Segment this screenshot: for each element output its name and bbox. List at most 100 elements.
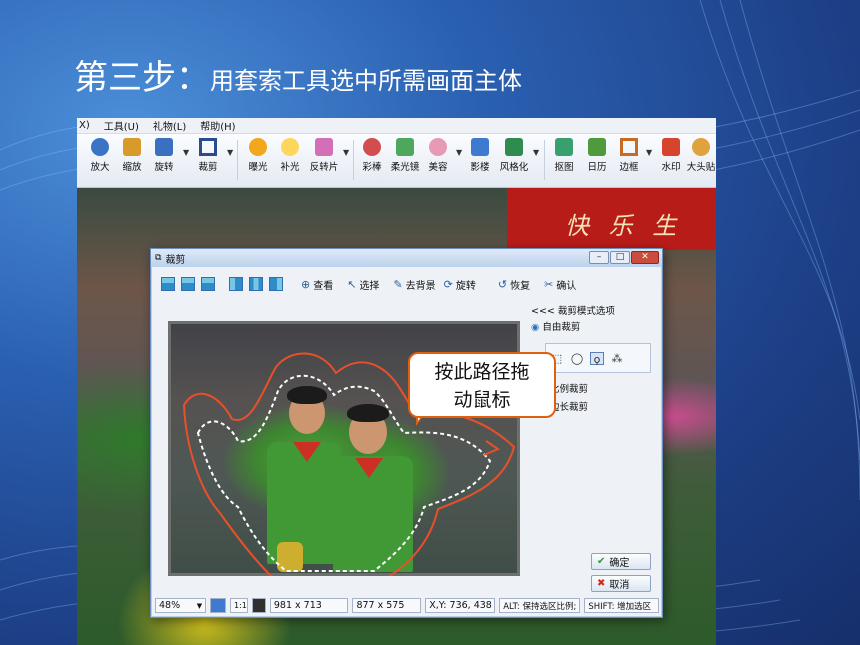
toolbar-divider [544,140,545,180]
rotate-button[interactable]: 旋转 [147,138,181,173]
layout-button-1[interactable] [161,277,175,291]
select-button[interactable]: ↖ 选择 [347,277,379,292]
free-crop-option[interactable]: ◉ 自由裁剪 [531,319,580,333]
zoom-select[interactable]: 48% ▼ [155,598,207,613]
beauty-icon [429,138,447,156]
scissors-icon: ✂ [544,277,554,291]
soft-light-icon [396,138,414,156]
toolbar-divider [237,140,238,180]
frame-button[interactable]: 边框 [612,138,646,173]
watermark-button[interactable]: 水印 [654,138,688,173]
studio-icon [471,138,489,156]
crop-options-panel: <<< 裁剪模式选项 ◉ 自由裁剪 ⬚ ◯ ϙ ⁂ 宽高比例裁剪 固定边长裁剪 … [531,303,659,605]
selection-tool-box: ⬚ ◯ ϙ ⁂ [545,343,651,373]
menu-item-x[interactable]: X) [79,120,90,131]
sticker-button[interactable]: 大头贴 [684,138,716,173]
reversal-film-icon [315,138,333,156]
fill-light-button[interactable]: 补光 [273,138,307,173]
rotate-icon [155,138,173,156]
reversal-film-button[interactable]: 反转片 [307,138,341,173]
ellipse-select-icon[interactable]: ◯ [570,352,584,365]
crop-dropdown-icon[interactable]: ▼ [227,148,233,157]
layout-button-4[interactable] [229,277,243,291]
status-bar: 48% ▼ 1:1 981 x 713 877 x 575 X,Y: 736, 4… [155,597,659,614]
actual-size-button[interactable]: 1:1 [229,598,248,613]
layout-button-5[interactable] [249,277,263,291]
resize-button[interactable]: 缩放 [115,138,149,173]
restore-button[interactable]: ↺ 恢复 [498,277,530,292]
cursor-coords-readout: X,Y: 736, 438 [425,598,496,613]
dialog-titlebar[interactable]: ⧉ 裁剪 [151,249,662,267]
crop-dialog: ⧉ 裁剪 – □ ✕ ⊕ 查看 ↖ 选择 ✎ 去背景 ⟳ 旋转 ↺ 恢复 ✂ 确认 [150,248,663,618]
frame-icon [620,138,638,156]
fit-window-button[interactable] [210,598,226,613]
radio-selected-icon: ◉ [531,322,540,333]
magic-wand-icon[interactable]: ⁂ [610,352,624,365]
resize-icon [123,138,141,156]
rotate-icon: ⟳ [443,277,453,291]
color-wand-button[interactable]: 彩棒 [355,138,389,173]
layout-button-2[interactable] [181,277,195,291]
slide-step-text: 用套索工具选中所需画面主体 [210,67,522,95]
menu-item-help[interactable]: 帮助(H) [200,118,235,133]
exposure-button[interactable]: 曝光 [241,138,275,173]
check-icon: ✔ [597,556,606,567]
ok-button[interactable]: ✔ 确定 [591,553,651,570]
drag-arrow-icon [483,440,501,456]
stylize-icon [505,138,523,156]
crop-icon [199,138,217,156]
menu-item-tools[interactable]: 工具(U) [104,118,139,133]
pointer-icon: ↖ [347,277,357,291]
cutout-icon [555,138,573,156]
exposure-icon [249,138,267,156]
image-size-readout: 981 x 713 [269,598,349,613]
remove-background-icon: ✎ [393,277,403,291]
frame-dropdown-icon[interactable]: ▼ [646,148,652,157]
calendar-button[interactable]: 日历 [580,138,614,173]
callout-line-1: 按此路径拖 [434,361,530,383]
rotate-dropdown-icon[interactable]: ▼ [183,148,189,157]
calendar-icon [588,138,606,156]
layout-button-6[interactable] [269,277,283,291]
confirm-button[interactable]: ✂ 确认 [544,277,576,292]
color-wand-icon [363,138,381,156]
alt-hint: ALT: 保持选区比例; [499,598,581,613]
zoom-in-icon [91,138,109,156]
fill-light-icon [281,138,299,156]
lasso-icon[interactable]: ϙ [590,352,604,366]
cross-icon: ✖ [597,578,606,589]
dialog-title: 裁剪 [165,254,186,266]
maximize-button[interactable]: □ [610,251,630,264]
chevron-down-icon: ▼ [196,601,203,610]
stylize-dropdown-icon[interactable]: ▼ [533,148,539,157]
fullscreen-button[interactable] [251,598,266,613]
crop-icon: ⧉ [155,253,162,263]
slide-title: 第三步：用套索工具选中所需画面主体 [74,50,522,99]
crop-button[interactable]: 裁剪 [191,138,225,173]
crop-mode-header[interactable]: <<< 裁剪模式选项 [531,303,615,317]
cutout-button[interactable]: 抠图 [547,138,581,173]
zoom-in-button[interactable]: 放大 [83,138,117,173]
cancel-button[interactable]: ✖ 取消 [591,575,651,592]
beauty-button[interactable]: 美容 [421,138,455,173]
dialog-toolbar: ⊕ 查看 ↖ 选择 ✎ 去背景 ⟳ 旋转 ↺ 恢复 ✂ 确认 [155,271,659,297]
close-button[interactable]: ✕ [631,251,659,264]
background-banner: 快 乐 生 活 [507,188,716,275]
minimize-button[interactable]: – [589,251,609,264]
dialog-rotate-button[interactable]: ⟳ 旋转 [444,277,476,292]
soft-light-button[interactable]: 柔光镜 [388,138,422,173]
effects-dropdown-icon[interactable]: ▼ [343,148,349,157]
remove-background-button[interactable]: ✎ 去背景 [393,277,435,292]
menu-item-gifts[interactable]: 礼物(L) [153,118,186,133]
view-button[interactable]: ⊕ 查看 [301,277,333,292]
studio-button[interactable]: 影楼 [463,138,497,173]
layout-button-3[interactable] [201,277,215,291]
stylize-button[interactable]: 风格化 [497,138,531,173]
beauty-dropdown-icon[interactable]: ▼ [456,148,462,157]
watermark-icon [662,138,680,156]
instruction-callout: 按此路径拖 动鼠标 [408,352,556,418]
main-toolbar: 放大 缩放 旋转 ▼ 裁剪 ▼ 曝光 补光 反转片 ▼ 彩棒 柔光镜 美容 ▼ … [77,134,716,188]
callout-line-2: 动鼠标 [453,389,511,411]
shift-hint: SHIFT: 增加选区 [584,598,659,613]
selection-size-readout: 877 x 575 [352,598,422,613]
